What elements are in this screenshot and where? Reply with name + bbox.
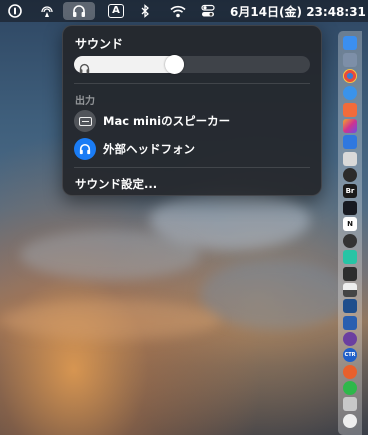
popup-divider — [74, 167, 310, 168]
airdrop-icon[interactable] — [38, 2, 56, 20]
maps-icon[interactable] — [343, 381, 357, 395]
input-source-icon[interactable]: A — [106, 2, 126, 20]
sound-popup-title: サウンド — [75, 37, 124, 51]
firefox-icon[interactable] — [343, 365, 357, 379]
output-section-label: 出力 — [75, 96, 95, 107]
chrome-icon[interactable] — [343, 69, 357, 83]
menu-bar: A 6月14日(金) 23:48:31 — [0, 0, 368, 22]
sound-popup: サウンド 出力 Mac miniのスピーカー 外部ヘッドフォン サウンド設定..… — [62, 25, 322, 196]
wallpaper-cloud — [0, 300, 220, 340]
bridge-icon[interactable]: Br — [343, 184, 357, 198]
safari-icon[interactable] — [343, 86, 357, 100]
messages-icon[interactable] — [343, 250, 357, 264]
media-app-icon[interactable] — [343, 316, 357, 330]
music-app-icon[interactable] — [343, 168, 357, 182]
finder-icon[interactable] — [343, 36, 357, 50]
output-device-label: 外部ヘッドフォン — [103, 142, 195, 156]
ctr-app-icon[interactable]: CTR — [343, 348, 357, 362]
obs-icon[interactable] — [343, 234, 357, 248]
steam-icon[interactable] — [343, 201, 357, 215]
output-device-headphones[interactable]: 外部ヘッドフォン — [74, 137, 310, 161]
launchpad-icon[interactable] — [343, 53, 357, 67]
volume-slider-knob[interactable] — [165, 55, 184, 74]
brave-icon[interactable] — [343, 103, 357, 117]
app-icon[interactable] — [343, 332, 357, 346]
app-store-icon[interactable] — [343, 135, 357, 149]
terminal-icon[interactable] — [343, 283, 357, 297]
menubar-clock[interactable]: 6月14日(金) 23:48:31 — [230, 3, 366, 20]
speaker-icon — [74, 110, 96, 132]
photos-icon[interactable] — [343, 119, 357, 133]
wallpaper-cloud — [20, 230, 200, 280]
sound-settings-link[interactable]: サウンド設定... — [75, 176, 157, 192]
password-manager-icon[interactable] — [6, 2, 24, 20]
volume-slider[interactable] — [74, 55, 310, 74]
headphones-icon — [79, 59, 90, 78]
screenshot-icon[interactable] — [343, 414, 357, 428]
popup-divider — [74, 83, 310, 84]
control-center-icon[interactable] — [200, 2, 216, 20]
sound-menu-headphones-icon[interactable] — [63, 2, 95, 20]
output-device-speakers[interactable]: Mac miniのスピーカー — [74, 109, 310, 133]
wifi-icon[interactable] — [169, 2, 187, 20]
bluetooth-icon[interactable] — [138, 2, 152, 20]
wallpaper-cloud — [200, 260, 350, 330]
dock: Br N CTR — [338, 31, 362, 435]
davinci-resolve-icon[interactable] — [343, 267, 357, 281]
output-device-label: Mac miniのスピーカー — [103, 114, 231, 128]
preview-icon[interactable] — [343, 152, 357, 166]
notion-icon[interactable]: N — [343, 217, 357, 231]
headphones-icon — [74, 138, 96, 160]
document-icon[interactable] — [343, 397, 357, 411]
photo-app-icon[interactable] — [343, 299, 357, 313]
